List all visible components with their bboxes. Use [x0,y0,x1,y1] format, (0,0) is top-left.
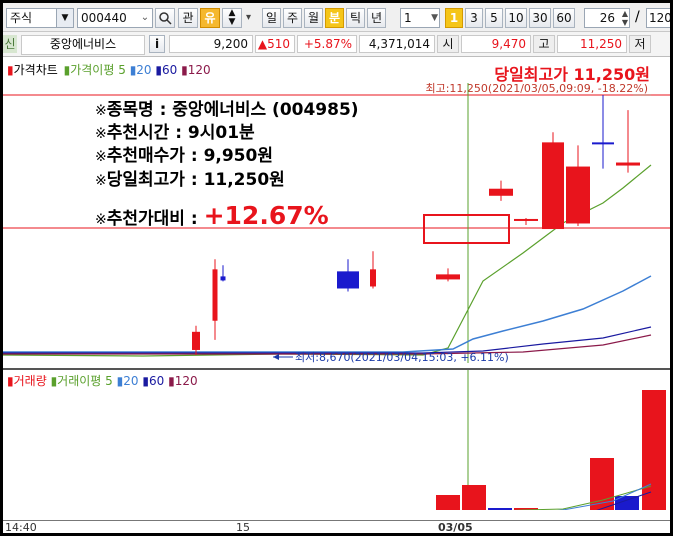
note-time-label: 추천시간 : 9시01분 [106,123,255,143]
high-label: 고 [533,35,555,53]
volume-chart[interactable] [3,370,670,510]
toolbar: 주식 ▼ 000440 ⌄ 관 유 ▲ ▼ ▾ 일주월분틱년 1 ▼ 1 3 5 10 3… [3,3,670,32]
stock-name: 중앙에너비스 [21,35,145,55]
credit-tag: 신 [3,35,17,53]
volume-bar [462,485,486,510]
time-label: 03/05 [438,521,473,533]
candle-body [592,142,614,145]
note-high-label: 당일최고가 : 11,250원 [106,170,285,190]
chevron-down-icon[interactable]: ⌄ [138,9,152,27]
count-stepper[interactable]: ▲ ▼ [622,9,628,27]
total-input[interactable]: 1200 [646,8,670,28]
count-input[interactable]: 26 ▲ ▼ [584,8,630,28]
market-select[interactable]: 주식 ▼ [6,8,74,28]
slash: / [635,9,640,25]
yu-button[interactable]: 유 [200,8,220,28]
current-price: 9,200 [169,35,253,53]
note-symbol: ※ [95,126,107,142]
high-price: 11,250 [557,35,627,53]
interval-select[interactable]: 1 ▼ [400,8,440,28]
note-stock-label: 종목명 : 중앙에너비스 (004985) [106,100,359,120]
interval-value: 1 [404,11,412,25]
note-gain: ※추천가대비 : +12.67% [95,203,329,231]
time-label: 15 [236,521,250,533]
candle-body [220,276,226,281]
interval-button[interactable]: 60 [553,8,575,28]
time-axis: 14:40 15 03/05 [3,520,670,533]
code-input[interactable]: 000440 ⌄ [77,8,153,28]
note-gain-value: +12.67% [203,201,329,230]
candle-body [542,142,564,230]
interval-button[interactable]: 3 [465,8,483,28]
note-time: ※추천시간 : 9시01분 [95,122,255,145]
candle-body [489,188,513,196]
search-button[interactable] [155,8,175,28]
chevron-down-icon[interactable]: ▼ [431,9,438,27]
stepper[interactable]: ▲ ▼ [222,8,242,28]
quote-bar: 신 중앙에너비스 i 9,200 ▲510 +5.87% 4,371,014 시… [3,32,670,57]
note-symbol: ※ [95,212,107,228]
volume-value: 4,371,014 [359,35,435,53]
note-gain-label: 추천가대비 : [106,209,204,229]
note-buy-label: 추천매수가 : 9,950원 [106,146,273,166]
note-symbol: ※ [95,103,107,119]
note-symbol: ※ [95,173,107,189]
volume-bar [488,508,512,510]
candle-body [566,166,590,224]
candle-body [212,269,218,321]
period-tab[interactable]: 틱 [346,8,365,28]
count-value: 26 [599,11,615,25]
interval-button[interactable]: 1 [445,8,463,28]
period-tab[interactable]: 분 [325,8,344,28]
market-select-label: 주식 [10,11,33,25]
interval-button[interactable]: 10 [505,8,527,28]
period-tab[interactable]: 주 [283,8,302,28]
candle-body [436,274,460,280]
note-high: ※당일최고가 : 11,250원 [95,169,285,192]
low-label: 저 [629,35,651,53]
open-price: 9,470 [461,35,531,53]
period-tab[interactable]: 일 [262,8,281,28]
candle-body [370,269,376,287]
period-tab[interactable]: 월 [304,8,323,28]
interest-button[interactable]: 관 [178,8,198,28]
info-button[interactable]: i [149,35,165,53]
search-icon [159,12,172,25]
note-buy: ※추천매수가 : 9,950원 [95,145,273,168]
code-value: 000440 [81,11,127,25]
note-symbol: ※ [95,149,107,165]
change-percent: +5.87% [297,35,357,53]
chevron-down-icon[interactable]: ▾ [246,12,251,23]
price-change: ▲510 [255,35,295,53]
time-label: 14:40 [5,521,37,533]
chevron-down-icon[interactable]: ▼ [56,9,73,27]
candle-body [192,331,200,350]
ma-20-line [3,275,652,353]
note-stock: ※종목명 : 중앙에너비스 (004985) [95,99,359,122]
interval-button[interactable]: 30 [529,8,551,28]
low-marker: 최저:8,670(2021/03/04,15:03, +6.11%) [295,351,509,364]
period-tab[interactable]: 년 [367,8,386,28]
volume-bar [642,390,666,510]
highlight-box [423,214,510,244]
candle-body [616,162,640,166]
candle-body [337,271,359,289]
open-label: 시 [437,35,459,53]
candle-body [514,218,538,221]
volume-bar [436,495,460,510]
chart-window: 주식 ▼ 000440 ⌄ 관 유 ▲ ▼ ▾ 일주월분틱년 1 ▼ 1 3 5 10 3… [3,3,670,533]
arrow-left-icon [273,354,279,360]
interval-button[interactable]: 5 [485,8,503,28]
